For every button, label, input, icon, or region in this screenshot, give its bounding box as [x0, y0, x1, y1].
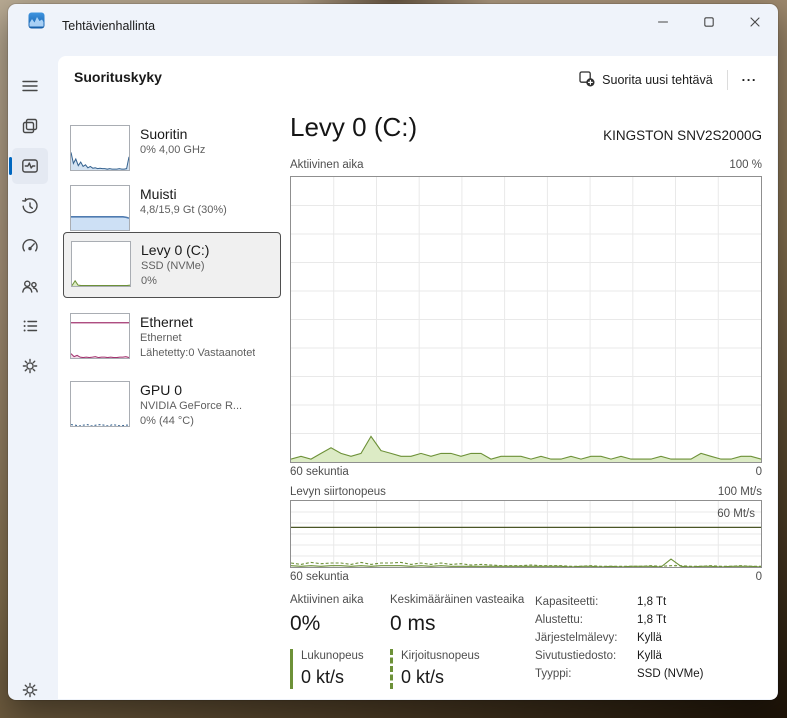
sidebar-item-users[interactable]: [12, 268, 48, 304]
perf-item-cpu[interactable]: Suoritin 0% 4,00 GHz: [63, 120, 279, 176]
perf-item-gpu[interactable]: GPU 0 NVIDIA GeForce R... 0% (44 °C): [63, 376, 279, 434]
perf-item-detail: Ethernet: [140, 332, 182, 344]
active-time-chart: [290, 176, 762, 463]
window-controls: [640, 4, 778, 40]
chart1-x-left: 60 sekuntia: [290, 466, 349, 478]
stat-label: Keskimääräinen vasteaika: [390, 594, 525, 606]
settings-gear-icon: [22, 682, 38, 698]
titlebar[interactable]: Tehtävienhallinta: [8, 4, 778, 56]
processes-icon: [22, 118, 38, 134]
avg-response-stat: Keskimääräinen vasteaika 0 ms Kirjoitusn…: [390, 593, 524, 689]
chart2-title: Levyn siirtonopeus: [290, 486, 386, 498]
active-time-stat: Aktiivinen aika 0% Lukunopeus 0 kt/s: [290, 593, 364, 689]
gpu-mini-chart: [70, 381, 130, 427]
perf-item-title: Muisti: [140, 186, 177, 202]
perf-item-detail: SSD (NVMe): [141, 260, 205, 272]
detail-title: Levy 0 (C:): [290, 112, 418, 142]
read-speed-stat: Lukunopeus 0 kt/s: [290, 649, 364, 689]
perf-item-ethernet[interactable]: Ethernet Ethernet Lähetetty:0 Vastaanote…: [63, 308, 279, 366]
perf-item-title: Suoritin: [140, 126, 188, 142]
property-row: Tyyppi: SSD (NVMe): [535, 668, 704, 680]
desktop-wallpaper: Tehtävienhallinta Suorituskyky Suorita u…: [0, 0, 787, 718]
sidebar-item-processes[interactable]: [12, 108, 48, 144]
property-row: Alustettu: 1,8 Tt: [535, 614, 667, 626]
chart2-max-label: 100 Mt/s: [717, 486, 762, 498]
details-list-icon: [23, 320, 38, 332]
stat-label: Lukunopeus: [301, 650, 364, 662]
perf-item-detail2: 0%: [141, 275, 157, 287]
stat-value: 0%: [290, 612, 321, 635]
content-card: Suorituskyky Suorita uusi tehtävä ... Su…: [58, 56, 777, 699]
scale-line-label: 60 Mt/s: [717, 508, 755, 520]
stat-label: Kirjoitusnopeus: [401, 650, 480, 662]
maximize-button[interactable]: [686, 4, 732, 40]
property-row: Sivutustiedosto: Kyllä: [535, 650, 662, 662]
settings-button[interactable]: [12, 672, 48, 700]
ethernet-mini-chart: [70, 313, 130, 359]
chart1-max-label: 100 %: [729, 159, 762, 171]
perf-item-detail: 4,8/15,9 Gt (30%): [140, 204, 227, 216]
chart2-axis-row: 60 sekuntia 0: [290, 571, 762, 583]
property-row: Kapasiteetti: 1,8 Tt: [535, 596, 667, 608]
navigation-rail: [8, 56, 58, 700]
transfer-rate-chart: 60 Mt/s: [290, 500, 762, 568]
window-title: Tehtävienhallinta: [62, 19, 156, 33]
memory-mini-chart: [70, 185, 130, 231]
menu-button[interactable]: [12, 68, 48, 104]
performance-icon: [22, 159, 38, 173]
cpu-mini-chart: [70, 125, 130, 171]
perf-item-detail: NVIDIA GeForce R...: [140, 400, 243, 412]
history-clock-icon: [22, 197, 38, 214]
speedometer-icon: [22, 239, 38, 252]
device-name: KINGSTON SNV2S2000G: [603, 128, 762, 143]
stat-value: 0 kt/s: [301, 667, 345, 687]
sidebar-item-startup-apps[interactable]: [12, 228, 48, 264]
chart2-x-left: 60 sekuntia: [290, 571, 349, 583]
sidebar-item-app-history[interactable]: [12, 188, 48, 224]
chart1-title: Aktiivinen aika: [290, 159, 364, 171]
users-icon: [22, 280, 38, 293]
sidebar-item-performance[interactable]: [12, 148, 48, 184]
disk-stats: Aktiivinen aika 0% Lukunopeus 0 kt/s Kes…: [290, 593, 762, 693]
sidebar-item-services[interactable]: [12, 348, 48, 384]
stat-value: 0 kt/s: [401, 667, 445, 687]
disk-properties: Kapasiteetti: 1,8 Tt Alustettu: 1,8 Tt J…: [535, 593, 762, 683]
perf-item-memory[interactable]: Muisti 4,8/15,9 Gt (30%): [63, 180, 279, 236]
perf-item-detail: 0% 4,00 GHz: [140, 144, 206, 156]
hamburger-icon: [22, 80, 38, 92]
stat-label: Aktiivinen aika: [290, 594, 364, 606]
minimize-button[interactable]: [640, 4, 686, 40]
chart1-x-right: 0: [755, 466, 762, 478]
disk-mini-chart: [71, 241, 131, 287]
task-manager-window: Tehtävienhallinta Suorituskyky Suorita u…: [8, 4, 778, 700]
page-title: Suorituskyky: [74, 69, 162, 85]
perf-item-detail2: Lähetetty:0 Vastaanotet: [140, 347, 256, 359]
perf-item-disk0[interactable]: Levy 0 (C:) SSD (NVMe) 0%: [63, 232, 281, 298]
chart1-axis-row: 60 sekuntia 0: [290, 466, 762, 478]
write-speed-stat: Kirjoitusnopeus 0 kt/s: [390, 649, 524, 689]
perf-item-title: Levy 0 (C:): [141, 242, 210, 258]
perf-item-detail2: 0% (44 °C): [140, 415, 194, 427]
close-button[interactable]: [732, 4, 778, 40]
chart2-x-right: 0: [755, 571, 762, 583]
chart1-label-row: Aktiivinen aika 100 %: [290, 159, 762, 171]
disk-detail-pane: Levy 0 (C:) KINGSTON SNV2S2000G Aktiivin…: [290, 56, 762, 699]
chart2-label-row: Levyn siirtonopeus 100 Mt/s: [290, 486, 762, 498]
sidebar-item-details[interactable]: [12, 308, 48, 344]
perf-item-title: Ethernet: [140, 314, 193, 330]
perf-item-title: GPU 0: [140, 382, 183, 398]
stat-value: 0 ms: [390, 612, 436, 635]
property-row: Järjestelmälevy: Kyllä: [535, 632, 662, 644]
task-manager-app-icon: [28, 12, 45, 29]
services-gear-icon: [22, 358, 38, 374]
